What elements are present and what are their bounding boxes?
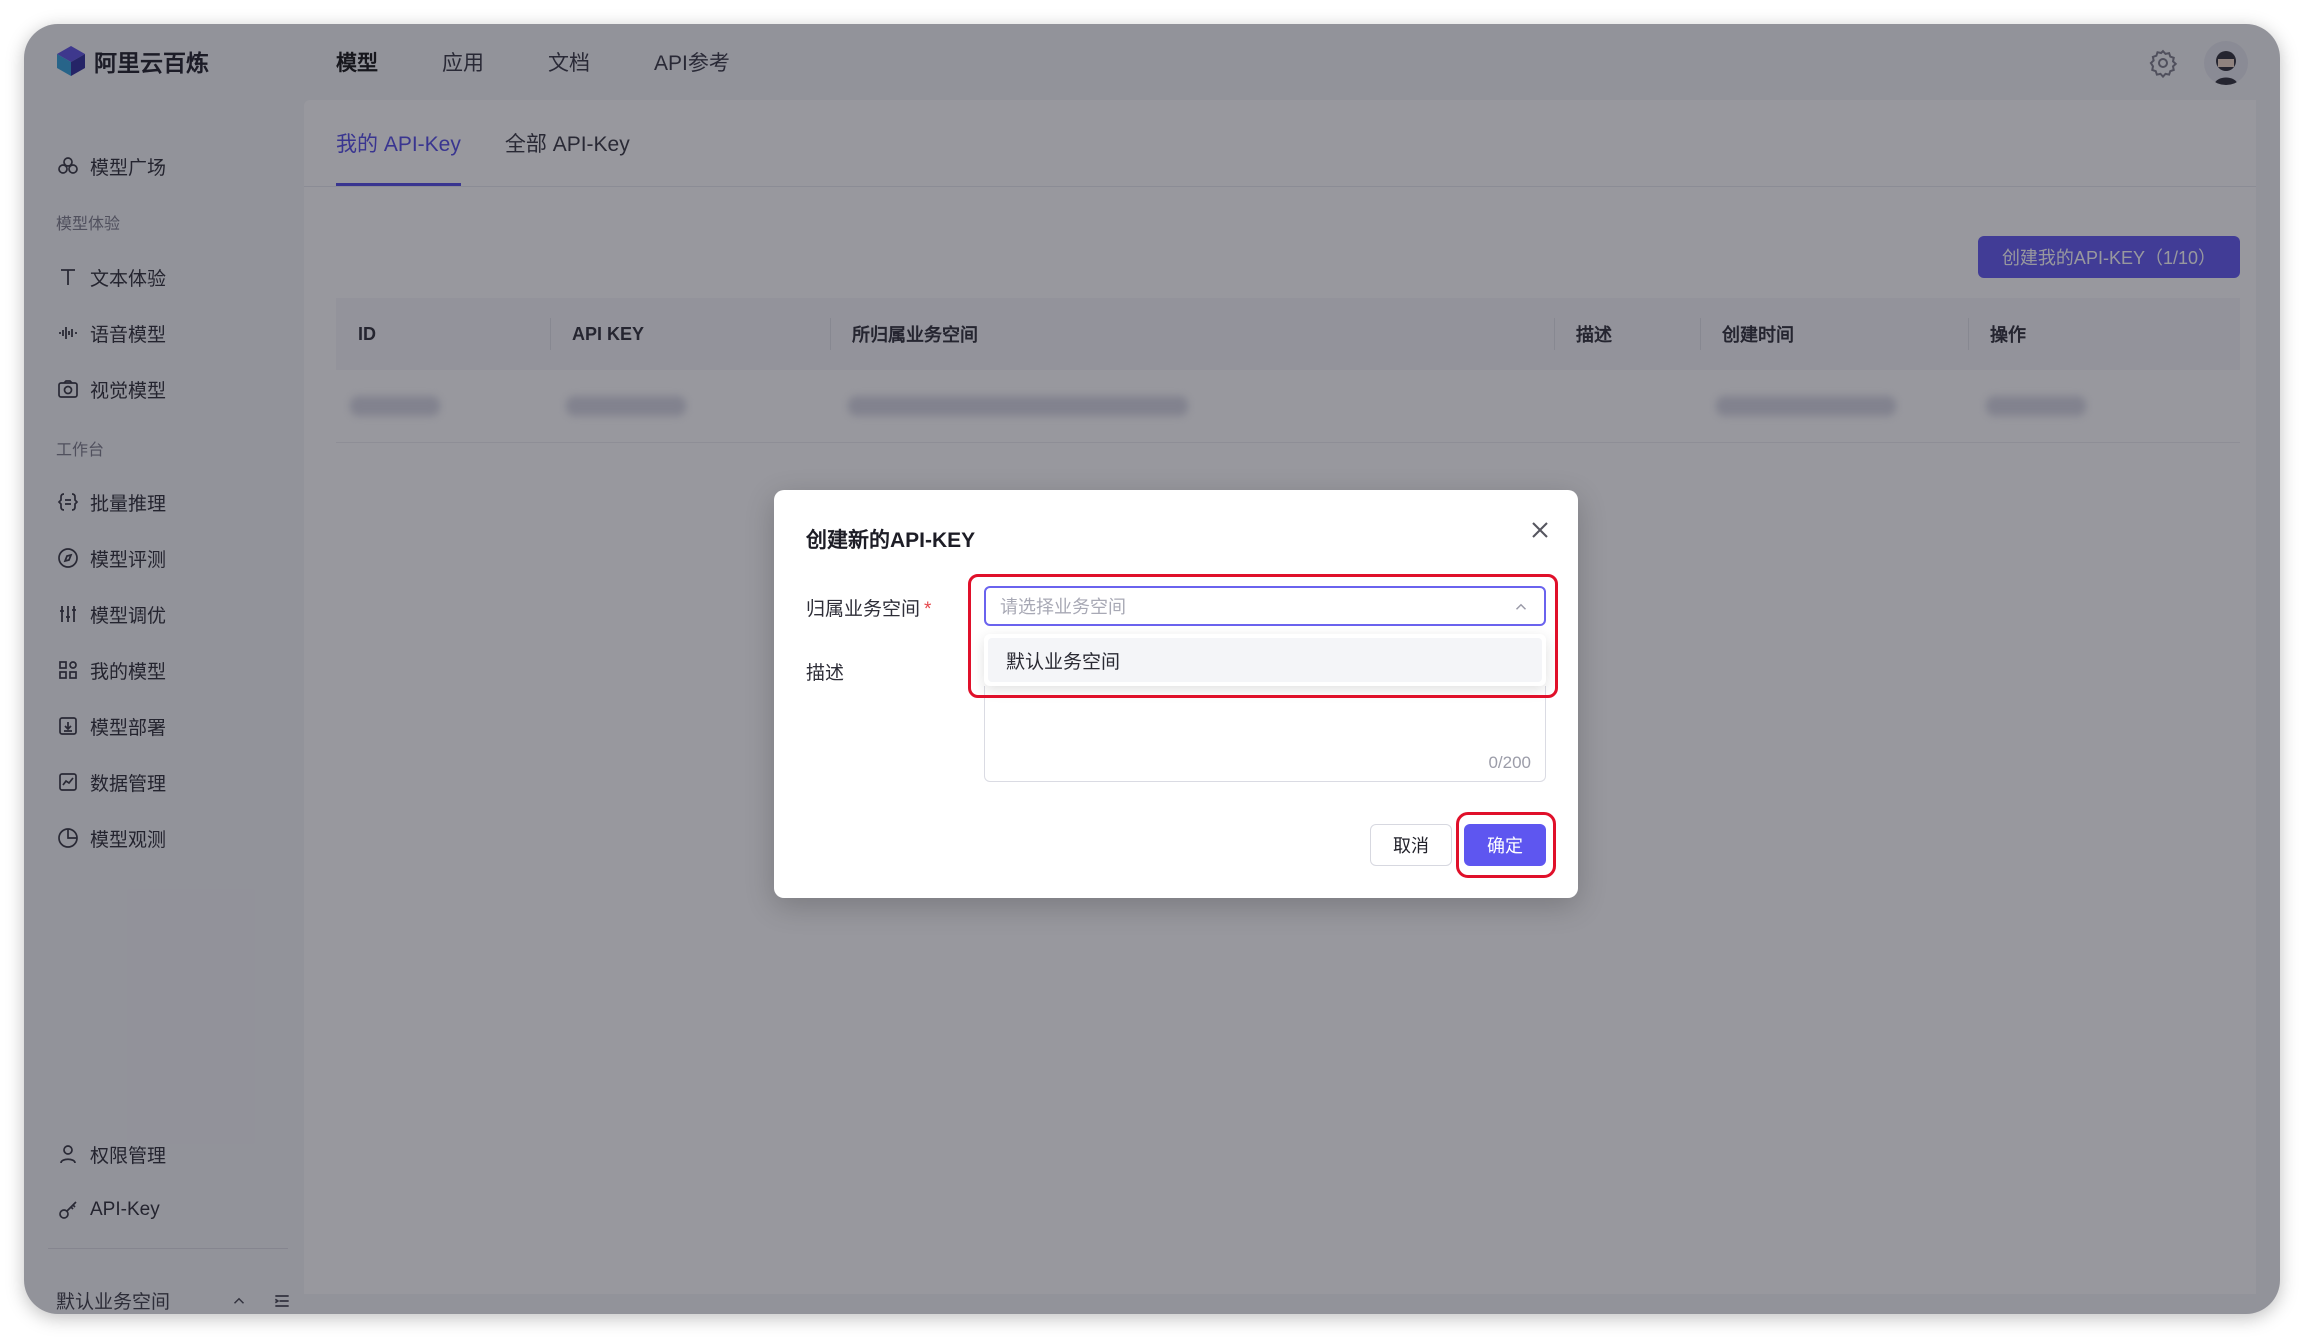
close-icon[interactable] bbox=[1526, 516, 1554, 544]
cancel-button[interactable]: 取消 bbox=[1370, 824, 1452, 866]
app-window: 阿里云百炼 模型 应用 文档 API参考 模型广场 模型体验 文本体验 语音模型… bbox=[24, 24, 2280, 1314]
required-mark: * bbox=[924, 599, 932, 620]
description-textarea[interactable]: 0/200 bbox=[984, 686, 1546, 782]
char-counter: 0/200 bbox=[1488, 753, 1531, 772]
dialog-title: 创建新的API-KEY bbox=[806, 529, 976, 552]
create-api-key-dialog: 创建新的API-KEY 归属业务空间 * 请选择业务空间 描述 0/200 默认业… bbox=[774, 490, 1578, 898]
workspace-highlight-box bbox=[968, 574, 1558, 698]
workspace-label-text: 归属业务空间 bbox=[806, 599, 921, 620]
workspace-field-label: 归属业务空间 * bbox=[806, 594, 931, 621]
confirm-highlight-box bbox=[1456, 812, 1556, 878]
description-field-label: 描述 bbox=[806, 663, 845, 684]
